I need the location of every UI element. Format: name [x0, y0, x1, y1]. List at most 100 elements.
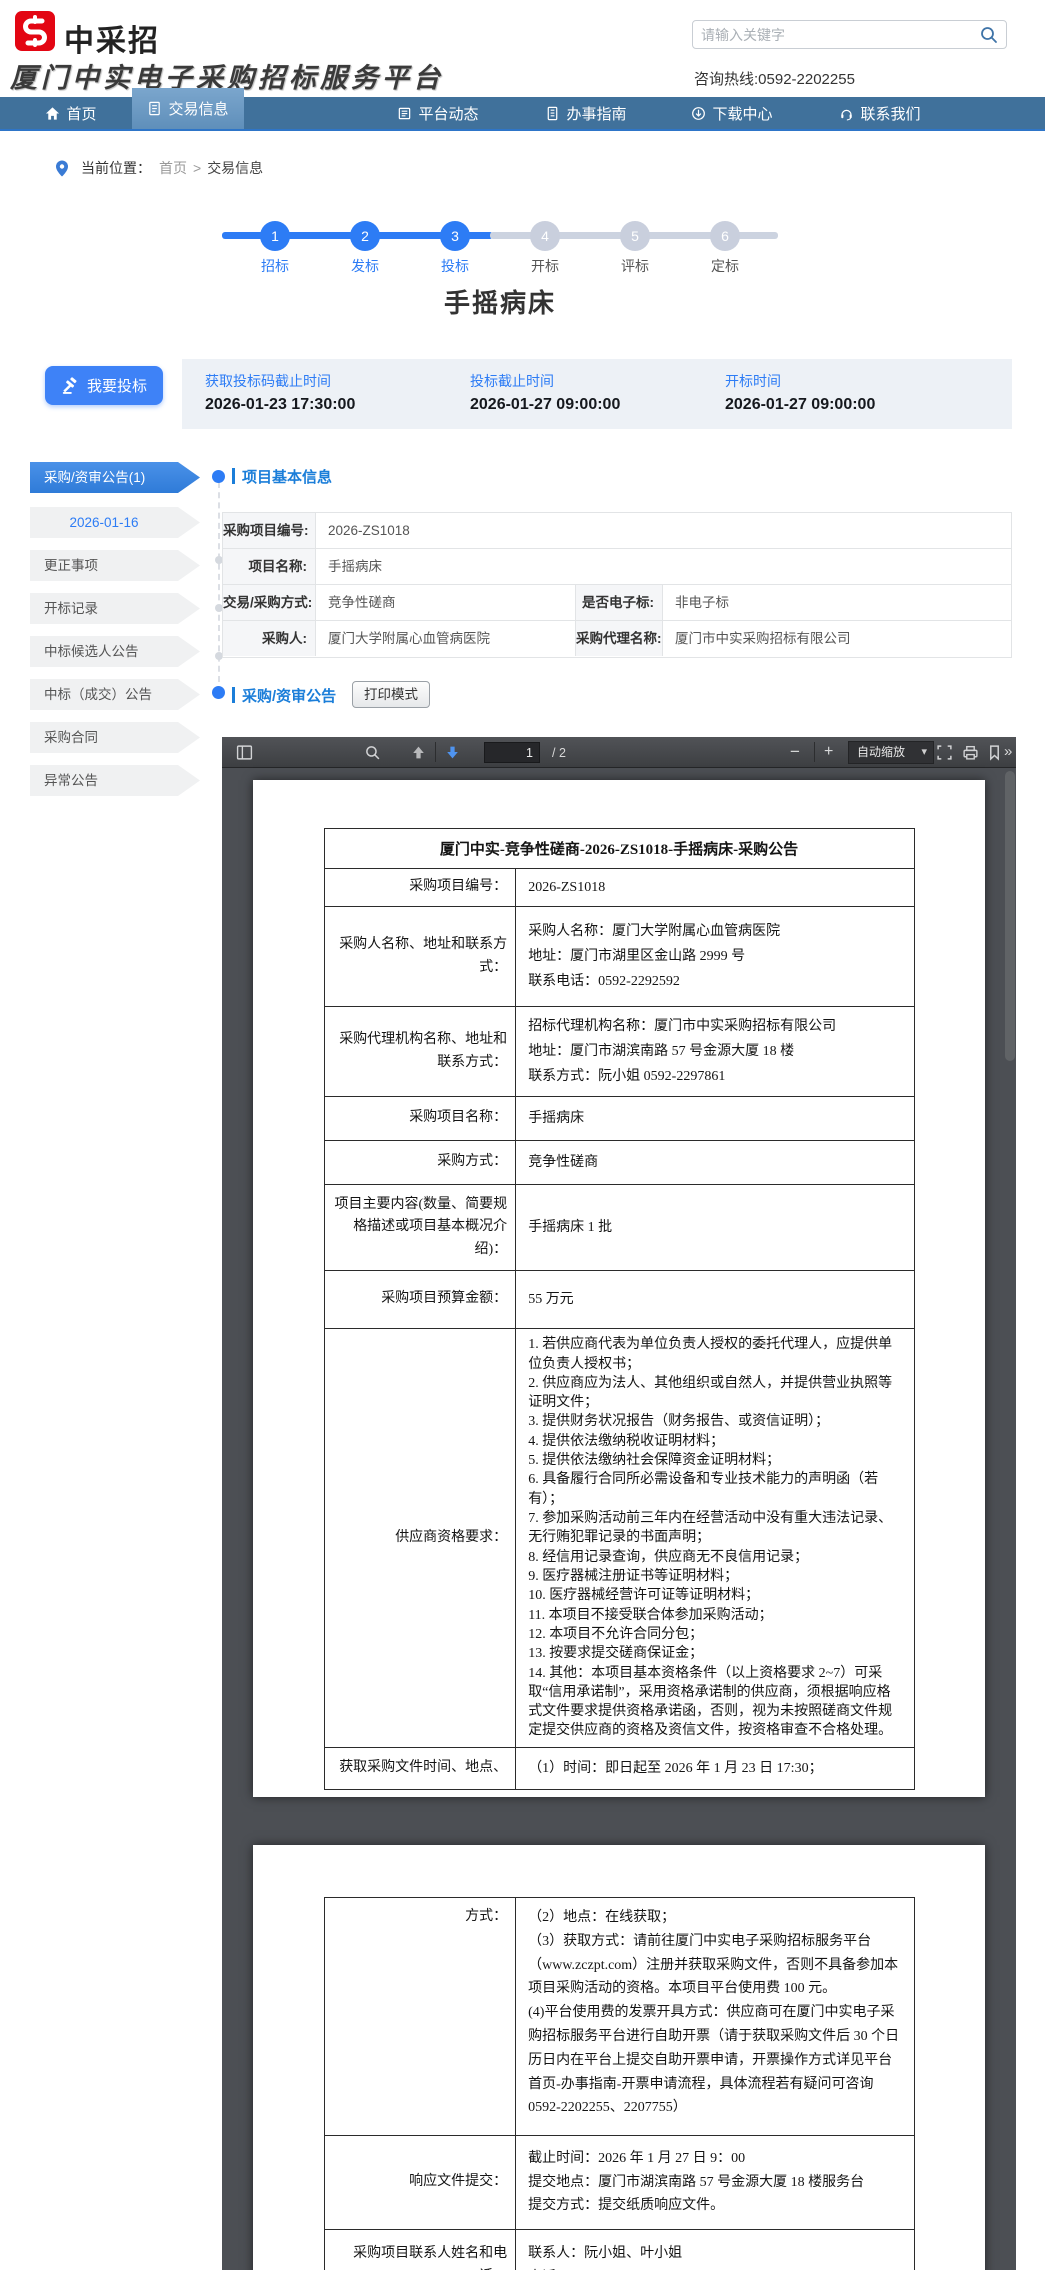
- doc-label: 响应文件提交：: [323, 2135, 517, 2230]
- doc-label: 采购项目名称：: [323, 1096, 517, 1142]
- pdf-toolbar: / 2 − + 自动缩放 ▾ »: [222, 737, 1016, 768]
- doc-label: 采购项目预算金额：: [323, 1270, 517, 1330]
- doc-label: 获取采购文件时间、地点、: [323, 1746, 517, 1790]
- presentation-mode-icon[interactable]: [936, 744, 953, 761]
- nav-item-home[interactable]: 首页: [36, 97, 106, 129]
- search-input[interactable]: [701, 21, 971, 48]
- project-title: 手摇病床: [443, 288, 556, 318]
- table-row: 交易/采购方式: 竞争性磋商 是否电子标: 非电子标: [223, 585, 1011, 621]
- page-down-icon[interactable]: [444, 744, 461, 761]
- notice-document-table: 厦门中实-竞争性磋商-2026-ZS1018-手摇病床-采购公告 采购项目编号：…: [323, 828, 915, 1790]
- table-row: 采购项目编号: 2026-ZS1018: [223, 513, 1011, 549]
- basic-info-table: 采购项目编号: 2026-ZS1018 项目名称: 手摇病床 交易/采购方式: …: [222, 512, 1012, 658]
- breadcrumb-separator: >: [193, 160, 202, 176]
- doc-label: 采购方式：: [323, 1140, 517, 1186]
- step-label-fabiao: 发标: [351, 258, 379, 274]
- deadline-label: 投标截止时间: [470, 373, 554, 389]
- deadline-panel: 获取投标码截止时间 2026-01-23 17:30:00 投标截止时间 202…: [182, 359, 1012, 429]
- sidebar-item-contract[interactable]: 采购合同: [30, 722, 200, 753]
- doc-value: 手摇病床: [515, 1096, 915, 1142]
- header: 中采招 厦门中实电子采购招标服务平台 咨询热线:0592-2202255: [0, 0, 1045, 97]
- print-icon[interactable]: [962, 744, 979, 761]
- hotline: 咨询热线:0592-2202255: [694, 71, 855, 88]
- bid-now-button[interactable]: 我要投标: [45, 366, 163, 405]
- sidebar-item-notice-date[interactable]: 2026-01-16: [30, 507, 200, 538]
- bid-now-label: 我要投标: [86, 378, 147, 395]
- doc-value: 联系人：阮小姐、叶小姐 电话：0592-2297861，2202255: [515, 2229, 915, 2270]
- do c-value: 1. 若供应商代表为单位负责人授权的委托代理人，应提供单位负责人授权书； 2. …: [515, 1328, 915, 1748]
- sidebar-item-abnormal[interactable]: 异常公告: [30, 765, 200, 796]
- notice-heading: 采购/资审公告: [242, 688, 337, 705]
- zoom-in-icon[interactable]: +: [824, 742, 833, 762]
- doc-label: 采购人名称、地址和联系方式：: [323, 906, 517, 1008]
- sidebar-item-corrections[interactable]: 更正事项: [30, 550, 200, 581]
- download-icon: [692, 106, 706, 120]
- more-tools-icon[interactable]: »: [1004, 742, 1012, 762]
- sidebar-item-open-record[interactable]: 开标记录: [30, 593, 200, 624]
- nav-item-platform-news[interactable]: 平台动态: [390, 97, 486, 129]
- step-circle-6: 6: [710, 221, 740, 251]
- sidebar-item-award-notice[interactable]: 中标（成交）公告: [30, 679, 200, 710]
- pdf-scrollbar-thumb[interactable]: [1005, 771, 1015, 1061]
- doc-value: 竞争性磋商: [515, 1140, 915, 1186]
- doc-value: 55 万元: [515, 1270, 915, 1330]
- search-box: [692, 20, 1007, 49]
- nav-label: 平台动态: [418, 105, 479, 123]
- info-label: 采购人:: [223, 621, 316, 656]
- search-icon[interactable]: [979, 25, 999, 45]
- doc-value: 招标代理机构名称：厦门市中实采购招标有限公司 地址：厦门市湖滨南路 57 号金源…: [515, 1006, 915, 1098]
- toolbar-divider: [435, 742, 436, 762]
- info-label: 交易/采购方式:: [223, 585, 316, 620]
- doc-label: 采购代理机构名称、地址和联系方式：: [323, 1006, 517, 1098]
- home-icon: [46, 106, 60, 120]
- breadcrumb-current: 交易信息: [207, 160, 264, 176]
- logo-text: 中采招: [64, 25, 160, 58]
- info-value: 2026-ZS1018: [328, 523, 410, 538]
- info-label: 采购项目编号:: [223, 513, 316, 548]
- guide-icon: [548, 106, 558, 120]
- nav-item-trade-info[interactable]: 交易信息: [132, 88, 244, 129]
- nav-item-download-center[interactable]: 下载中心: [684, 97, 780, 129]
- toolbar-divider: [814, 742, 815, 762]
- page-number-input[interactable]: [484, 742, 540, 763]
- step-label-toubiao: 投标: [441, 258, 469, 274]
- page: 中采招 厦门中实电子采购招标服务平台 咨询热线:0592-2202255 首页 …: [0, 0, 1045, 2270]
- zoom-out-icon[interactable]: −: [790, 742, 800, 762]
- sidebar-item-notice[interactable]: 采购/资审公告(1): [30, 462, 200, 493]
- pdf-search-icon[interactable]: [364, 744, 381, 761]
- table-row: 项目名称: 手摇病床: [223, 549, 1011, 585]
- section-dot: [212, 686, 225, 699]
- doc-value: （2）地点：在线获取； （3）获取方式：请前往厦门中实电子采购招标服务平台（ww…: [515, 1897, 915, 2136]
- step-label-dingbiao: 定标: [711, 258, 739, 274]
- breadcrumb: 当前位置： 首页 > 交易信息: [55, 158, 263, 178]
- sidebar-item-candidates[interactable]: 中标候选人公告: [30, 636, 200, 667]
- doc-value: 手摇病床 1 批: [515, 1184, 915, 1272]
- doc-title: 厦门中实-竞争性磋商-2026-ZS1018-手摇病床-采购公告: [323, 828, 915, 869]
- nav-label: 办事指南: [566, 105, 627, 123]
- location-pin-icon: [56, 160, 68, 176]
- doc-value: 2026-ZS1018: [515, 867, 915, 908]
- breadcrumb-home-link[interactable]: 首页: [159, 158, 187, 178]
- chevron-down-icon: ▾: [921, 746, 927, 758]
- nav-label: 下载中心: [712, 105, 773, 123]
- deadline-label: 开标时间: [725, 373, 781, 389]
- info-value: 竞争性磋商: [316, 585, 576, 620]
- basic-info-heading: 项目基本信息: [242, 469, 333, 486]
- nav-item-contact-us[interactable]: 联系我们: [830, 97, 930, 129]
- step-circle-3: 3: [440, 221, 470, 251]
- print-mode-button[interactable]: 打印模式: [352, 681, 430, 708]
- info-label: 采购代理名称:: [576, 621, 663, 656]
- deadline-value: 2026-01-27 09:00:00: [470, 396, 621, 413]
- page-up-icon[interactable]: [410, 744, 427, 761]
- table-row: 采购人: 厦门大学附属心血管病医院 采购代理名称: 厦门市中实采购招标有限公司: [223, 621, 1011, 657]
- notice-document-table-2: 方式： （2）地点：在线获取； （3）获取方式：请前往厦门中实电子采购招标服务平台…: [323, 1897, 915, 2270]
- sidebar-toggle-icon[interactable]: [236, 744, 253, 761]
- doc-label: 采购项目编号：: [323, 867, 517, 908]
- bookmark-icon[interactable]: [986, 744, 1003, 761]
- doc-value: （1）时间：即日起至 2026 年 1 月 23 日 17:30；: [515, 1746, 915, 1790]
- pdf-page-1: 厦门中实-竞争性磋商-2026-ZS1018-手摇病床-采购公告 采购项目编号：…: [253, 780, 985, 1797]
- nav-item-guide[interactable]: 办事指南: [538, 97, 634, 129]
- section-accent-bar: [232, 468, 235, 484]
- info-value: 非电子标: [675, 595, 729, 610]
- zoom-mode-dropdown[interactable]: 自动缩放 ▾: [848, 741, 934, 764]
